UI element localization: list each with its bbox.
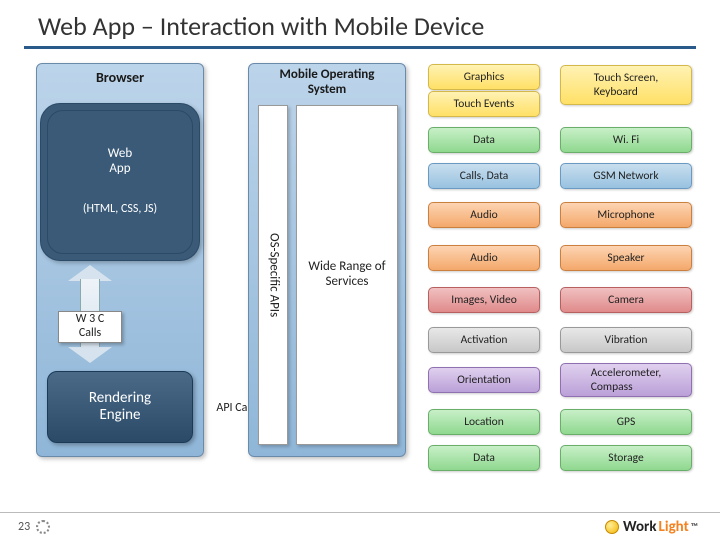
webapp-subtitle: (HTML, CSS, JS) bbox=[83, 203, 157, 217]
gear-icon bbox=[36, 520, 50, 534]
worklight-logo: WorkLight™ bbox=[605, 518, 698, 536]
services-label: Wide Range of Services bbox=[308, 260, 385, 290]
os-specific-apis-box: OS-Specific APIs bbox=[258, 105, 288, 445]
device-chip: Accelerometer, Compass bbox=[560, 363, 692, 397]
webapp-title: Web App bbox=[108, 147, 132, 177]
slide-footer: 23 WorkLight™ bbox=[0, 512, 720, 540]
service-chip: Calls, Data bbox=[428, 163, 540, 189]
bulb-icon bbox=[605, 520, 619, 534]
w3c-label: W 3 C Calls bbox=[76, 313, 105, 341]
service-chip: Data bbox=[428, 127, 540, 153]
device-chip: Wi. Fi bbox=[560, 127, 692, 153]
page-number: 23 bbox=[18, 520, 30, 534]
rendering-engine-box: Rendering Engine bbox=[47, 371, 193, 443]
os-api-label: OS-Specific APIs bbox=[266, 233, 281, 317]
trademark-icon: ™ bbox=[691, 520, 698, 533]
webapp-inner: Web App (HTML, CSS, JS) bbox=[47, 110, 193, 254]
device-chip: GPS bbox=[560, 409, 692, 435]
service-chip: Location bbox=[428, 409, 540, 435]
device-chip: GSM Network bbox=[560, 163, 692, 189]
slide-title: Web App – Interaction with Mobile Device bbox=[0, 0, 720, 46]
service-chip: Activation bbox=[428, 327, 540, 353]
device-chip: Camera bbox=[560, 287, 692, 313]
mobile-os-label: Mobile Operating System bbox=[280, 68, 375, 98]
service-chip: Audio bbox=[428, 202, 540, 228]
service-chip: Audio bbox=[428, 245, 540, 271]
service-chip: Touch Events bbox=[428, 91, 540, 117]
rendering-engine-label: Rendering Engine bbox=[89, 390, 151, 425]
logo-work: Work bbox=[623, 518, 657, 536]
webapp-box: Web App (HTML, CSS, JS) bbox=[40, 103, 200, 261]
diagram-canvas: Browser Web App (HTML, CSS, JS) W 3 C Ca… bbox=[0, 49, 720, 509]
w3c-calls-box: W 3 C Calls bbox=[58, 311, 122, 343]
service-chip: Data bbox=[428, 445, 540, 471]
logo-light: Light bbox=[659, 518, 689, 536]
device-chip: Touch Screen, Keyboard bbox=[560, 65, 692, 105]
device-chip: Microphone bbox=[560, 202, 692, 228]
device-chip: Speaker bbox=[560, 245, 692, 271]
browser-label: Browser bbox=[96, 70, 144, 86]
device-chip: Vibration bbox=[560, 327, 692, 353]
wide-range-services-box: Wide Range of Services bbox=[296, 105, 398, 445]
service-chip: Graphics bbox=[428, 64, 540, 90]
service-chip: Orientation bbox=[428, 367, 540, 393]
service-chip: Images, Video bbox=[428, 287, 540, 313]
page-number-group: 23 bbox=[18, 520, 50, 534]
device-chip: Storage bbox=[560, 445, 692, 471]
